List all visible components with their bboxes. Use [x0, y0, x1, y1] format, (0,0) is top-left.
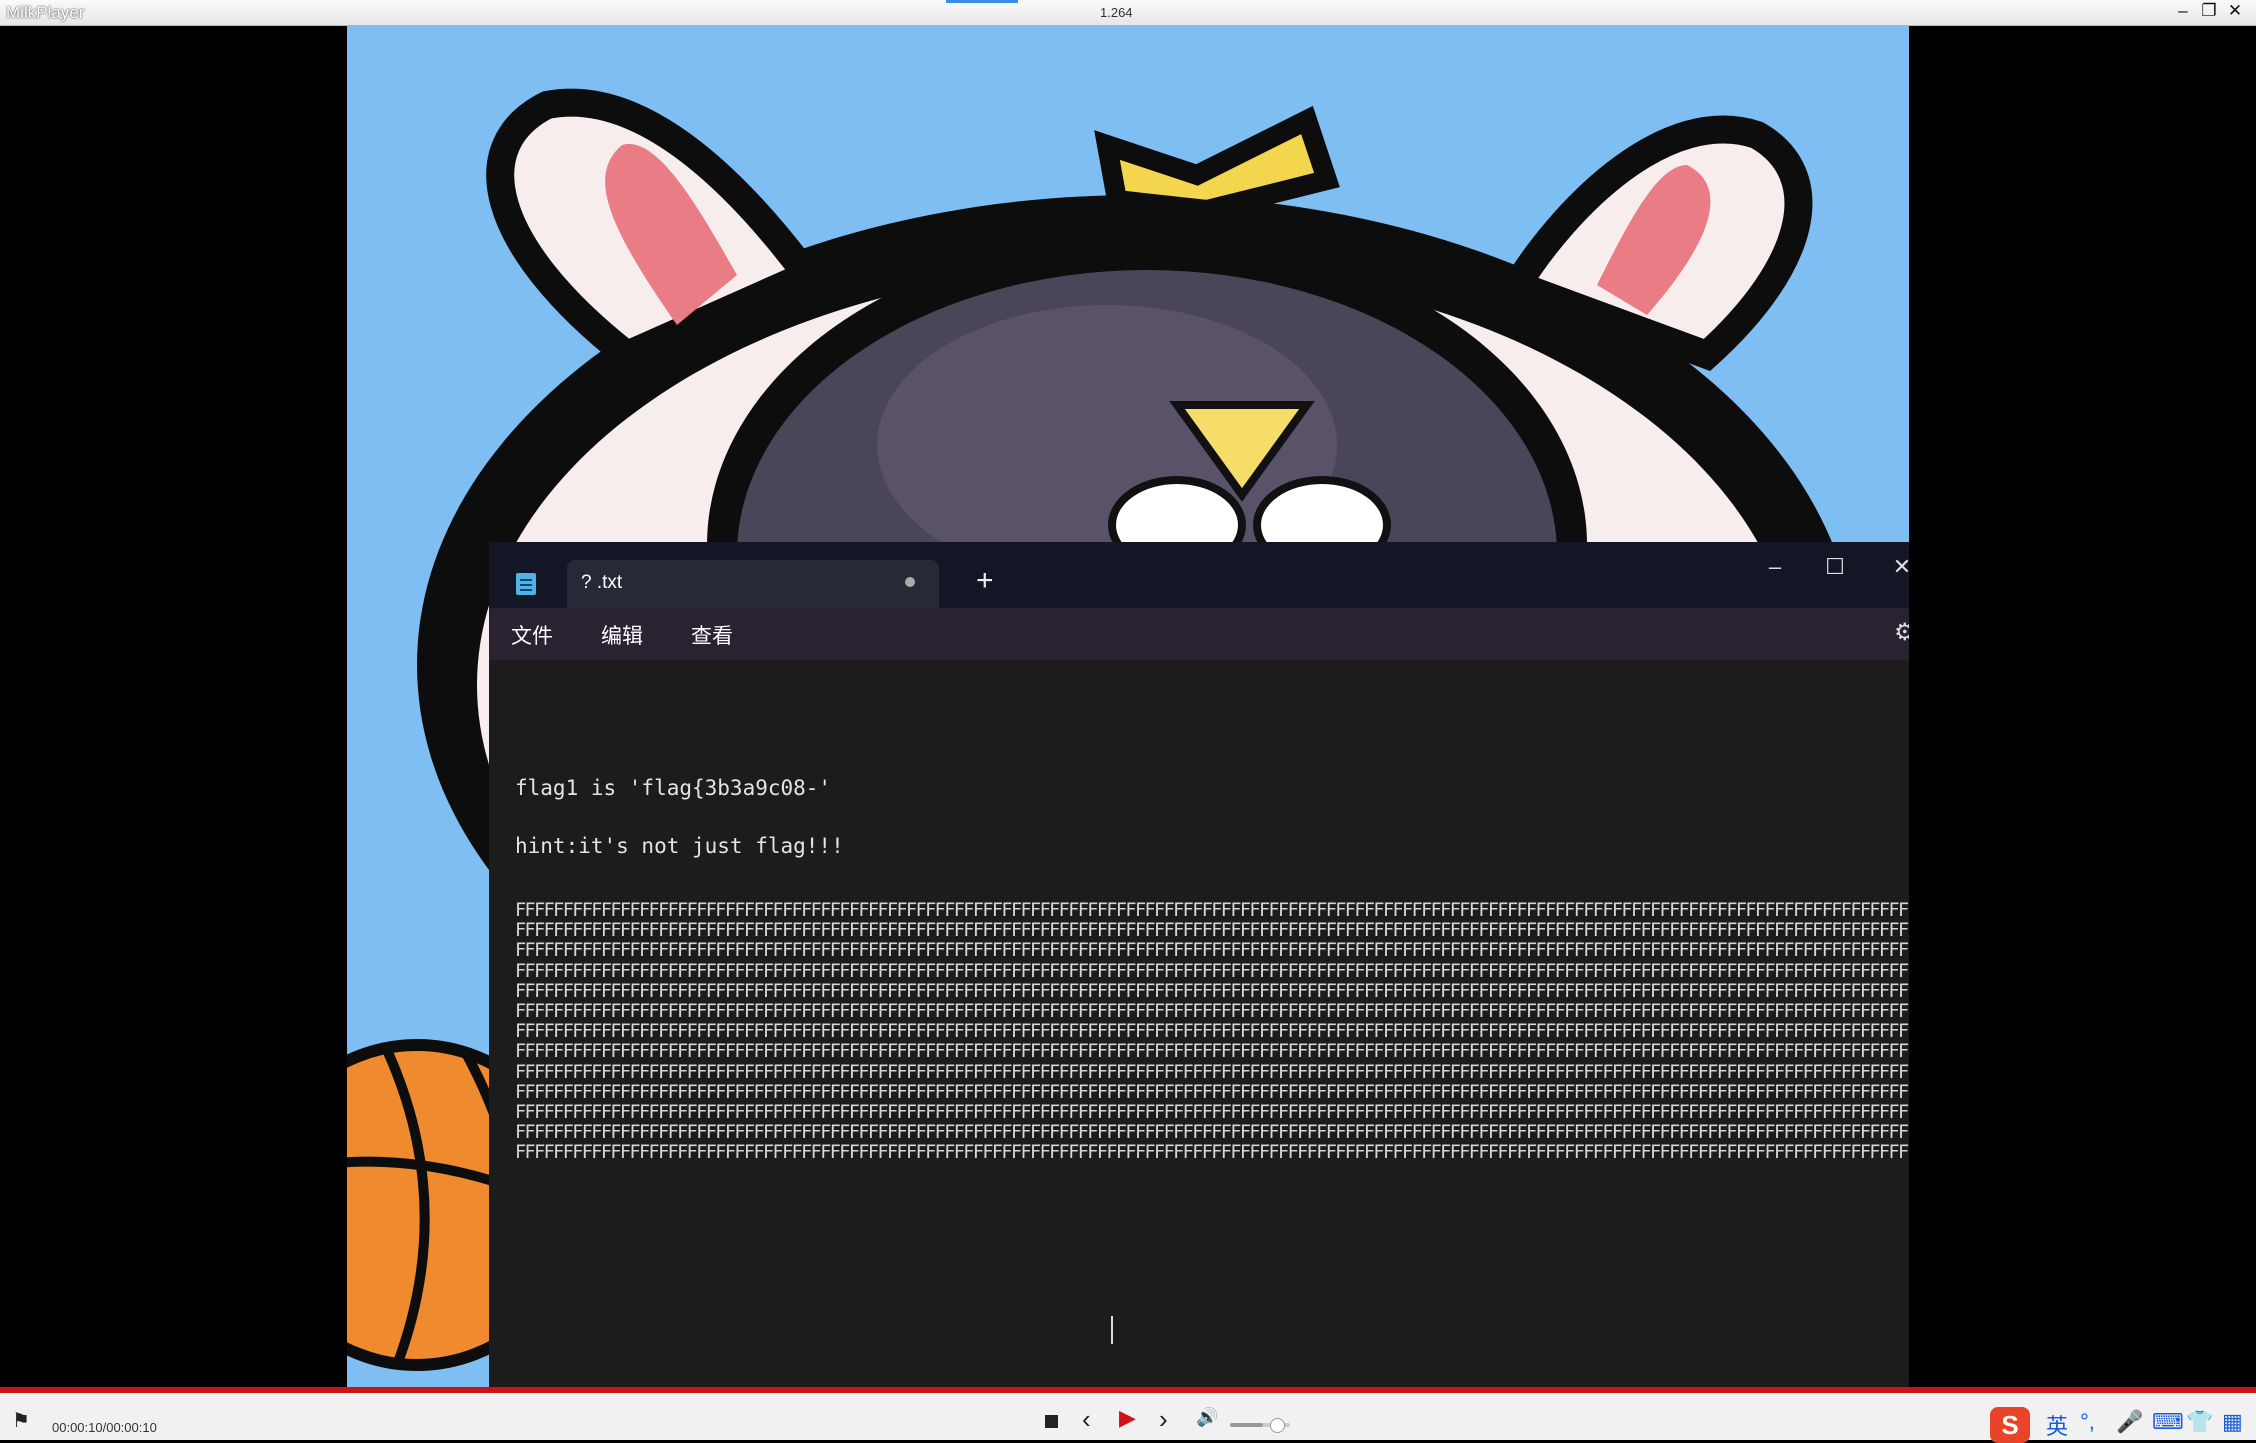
- notepad-tabbar: ? .txt + – ☐ ✕: [489, 542, 1909, 608]
- stop-icon[interactable]: [1045, 1411, 1058, 1434]
- minimize-icon[interactable]: –: [1760, 554, 1790, 580]
- play-icon[interactable]: ▶: [1119, 1405, 1136, 1431]
- new-tab-icon[interactable]: +: [976, 566, 994, 596]
- f-row: FFFFFFFFFFFFFFFFFFFFFFFFFFFFFFFFFFFFFFFF…: [515, 1001, 1909, 1022]
- f-row: FFFFFFFFFFFFFFFFFFFFFFFFFFFFFFFFFFFFFFFF…: [515, 920, 1909, 942]
- notepad-menubar: 文件 编辑 查看 ⚙: [489, 608, 1909, 660]
- prev-icon[interactable]: ‹: [1082, 1404, 1091, 1435]
- close-icon[interactable]: ✕: [2222, 1, 2248, 21]
- punctuation-icon[interactable]: °,: [2080, 1409, 2095, 1435]
- f-row: FFFFFFFFFFFFFFFFFFFFFFFFFFFFFFFFFFFFFFFF…: [515, 1061, 1909, 1083]
- grid-icon[interactable]: ▦: [2222, 1409, 2243, 1435]
- f-row: FFFFFFFFFFFFFFFFFFFFFFFFFFFFFFFFFFFFFFFF…: [515, 940, 1909, 962]
- keyboard-icon[interactable]: ⌨: [2152, 1409, 2184, 1435]
- timecode: 00:00:10/00:00:10: [52, 1420, 157, 1435]
- tab-file[interactable]: ? .txt: [567, 560, 939, 608]
- text-cursor: [1111, 1316, 1113, 1344]
- f-row: FFFFFFFFFFFFFFFFFFFFFFFFFFFFFFFFFFFFFFFF…: [515, 980, 1909, 1002]
- f-row: FFFFFFFFFFFFFFFFFFFFFFFFFFFFFFFFFFFFFFFF…: [515, 1041, 1909, 1063]
- app-title: MilkPlayer: [6, 3, 85, 22]
- skin-icon[interactable]: 👕: [2186, 1409, 2213, 1435]
- settings-icon[interactable]: ⚙: [1894, 618, 1909, 647]
- volume-knob[interactable]: [1270, 1418, 1285, 1433]
- seek-progress[interactable]: [0, 1387, 2256, 1393]
- menu-edit[interactable]: 编辑: [601, 620, 643, 650]
- maximize-icon[interactable]: ☐: [1820, 554, 1850, 580]
- notepad-icon: [516, 573, 536, 595]
- player-titlebar: MilkPlayer 1.264 – ❐ ✕: [0, 0, 2256, 26]
- titlebar-center-text: 1.264: [1100, 5, 1133, 20]
- volume-icon[interactable]: 🔊: [1196, 1407, 1218, 1428]
- sogou-icon[interactable]: S: [1990, 1407, 2030, 1443]
- f-row: FFFFFFFFFFFFFFFFFFFFFFFFFFFFFFFFFFFFFFFF…: [515, 1102, 1909, 1123]
- ime-label[interactable]: 英: [2046, 1409, 2068, 1441]
- mic-icon[interactable]: 🎤: [2116, 1409, 2143, 1435]
- text-editor-area[interactable]: flag1 is 'flag{3b3a9c08-' hint:it's not …: [489, 660, 1909, 1387]
- tab-close-dot-icon[interactable]: [905, 577, 915, 587]
- f-row: FFFFFFFFFFFFFFFFFFFFFFFFFFFFFFFFFFFFFFFF…: [515, 1021, 1909, 1043]
- menu-view[interactable]: 查看: [691, 620, 733, 650]
- player-controls: ⚑ 00:00:10/00:00:10 ‹ ▶ › 🔊 S 英 °, 🎤 ⌨ 👕…: [0, 1387, 2256, 1443]
- f-row: FFFFFFFFFFFFFFFFFFFFFFFFFFFFFFFFFFFFFFFF…: [515, 1081, 1909, 1103]
- tab-title: ? .txt: [581, 572, 623, 593]
- restore-icon[interactable]: ❐: [2196, 1, 2222, 21]
- text-line-flag1: flag1 is 'flag{3b3a9c08-': [515, 776, 832, 800]
- volume-level: [1230, 1423, 1263, 1427]
- notepad-window: ? .txt + – ☐ ✕ 文件 编辑 查看 ⚙ flag1 is 'flag…: [489, 542, 1909, 1387]
- system-tray: S 英 °, 🎤 ⌨ 👕 ▦: [1990, 1407, 2256, 1443]
- f-row: FFFFFFFFFFFFFFFFFFFFFFFFFFFFFFFFFFFFFFFF…: [515, 1122, 1909, 1144]
- close-icon[interactable]: ✕: [1887, 554, 1909, 580]
- minimize-icon[interactable]: –: [2170, 1, 2196, 21]
- next-icon[interactable]: ›: [1159, 1404, 1168, 1435]
- menu-file[interactable]: 文件: [511, 620, 553, 650]
- f-row: FFFFFFFFFFFFFFFFFFFFFFFFFFFFFFFFFFFFFFFF…: [515, 1142, 1909, 1164]
- titlebar-highlight: [946, 0, 1018, 3]
- f-row: FFFFFFFFFFFFFFFFFFFFFFFFFFFFFFFFFFFFFFFF…: [515, 900, 1909, 921]
- flag-icon[interactable]: ⚑: [12, 1408, 30, 1433]
- f-row: FFFFFFFFFFFFFFFFFFFFFFFFFFFFFFFFFFFFFFFF…: [515, 960, 1909, 982]
- text-line-hint: hint:it's not just flag!!!: [515, 834, 844, 858]
